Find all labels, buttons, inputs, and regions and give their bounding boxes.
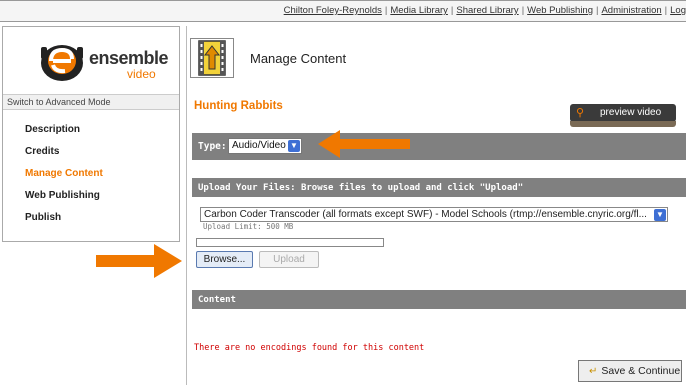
administration-link[interactable]: Administration [601, 5, 661, 16]
page-header: Manage Content [190, 38, 686, 82]
type-label: Type: [198, 141, 227, 152]
transcoder-select[interactable]: Carbon Coder Transcoder (all formats exc… [200, 207, 668, 222]
upload-section-bar: Upload Your Files: Browse files to uploa… [192, 178, 686, 197]
upload-button[interactable]: Upload [259, 251, 319, 268]
logo-subtext: video [127, 67, 156, 81]
search-icon: ⚲ [576, 107, 585, 119]
preview-video-label: preview video [600, 107, 662, 118]
sidebar-item-credits[interactable]: Credits [25, 145, 103, 167]
type-select[interactable]: Audio/Video ▼ [228, 138, 302, 154]
film-upload-icon [190, 38, 234, 78]
media-library-link[interactable]: Media Library [390, 5, 448, 16]
file-path-field[interactable] [196, 238, 384, 247]
sidebar-nav: Description Credits Manage Content Web P… [25, 123, 103, 233]
preview-button-shadow [570, 121, 676, 127]
content-section-label: Content [198, 295, 236, 305]
browse-button[interactable]: Browse... [196, 251, 253, 268]
panel-divider [186, 26, 187, 385]
sidebar-item-web-publishing[interactable]: Web Publishing [25, 189, 103, 211]
advanced-mode-toggle[interactable]: Switch to Advanced Mode [3, 94, 179, 110]
preview-video-button[interactable]: ⚲ preview video [570, 104, 676, 122]
chevron-down-icon: ▼ [654, 209, 666, 221]
ensemble-logo: ensemble video [37, 39, 169, 83]
upload-section-label: Upload Your Files: Browse files to uploa… [198, 183, 524, 193]
content-section-bar: Content [192, 290, 686, 309]
left-panel: ensemble video Switch to Advanced Mode D… [2, 26, 180, 242]
sidebar-item-publish[interactable]: Publish [25, 211, 103, 233]
upload-limit-text: Upload Limit: 500 MB [203, 222, 294, 231]
logo-wordmark: ensemble [89, 48, 169, 68]
chevron-down-icon: ▼ [288, 140, 300, 152]
save-continue-button[interactable]: ↵ Save & Continue [578, 360, 682, 382]
page-title: Manage Content [250, 51, 347, 66]
ensemble-logo-icon [41, 45, 83, 81]
sidebar-item-description[interactable]: Description [25, 123, 103, 145]
arrow-icon: ↵ [589, 366, 598, 377]
annotation-arrow-left-icon [318, 130, 410, 158]
top-nav-links: Chilton Foley-Reynolds | Media Library | Sha… [283, 5, 686, 16]
type-select-value: Audio/Video [232, 140, 286, 151]
logout-link[interactable]: Log [670, 5, 686, 16]
shared-library-link[interactable]: Shared Library [456, 5, 518, 16]
web-publishing-link[interactable]: Web Publishing [527, 5, 593, 16]
top-navigation: Chilton Foley-Reynolds | Media Library | Sha… [0, 0, 686, 22]
user-name-link[interactable]: Chilton Foley-Reynolds [284, 5, 382, 16]
content-title: Hunting Rabbits [194, 100, 283, 112]
type-bar: Type: Audio/Video ▼ [192, 133, 686, 160]
transcoder-select-value: Carbon Coder Transcoder (all formats exc… [204, 209, 647, 220]
no-encodings-message: There are no encodings found for this co… [194, 343, 425, 353]
sidebar-item-manage-content[interactable]: Manage Content [25, 167, 103, 189]
save-continue-label: Save & Continue [601, 365, 681, 377]
annotation-arrow-right-icon [96, 244, 182, 278]
